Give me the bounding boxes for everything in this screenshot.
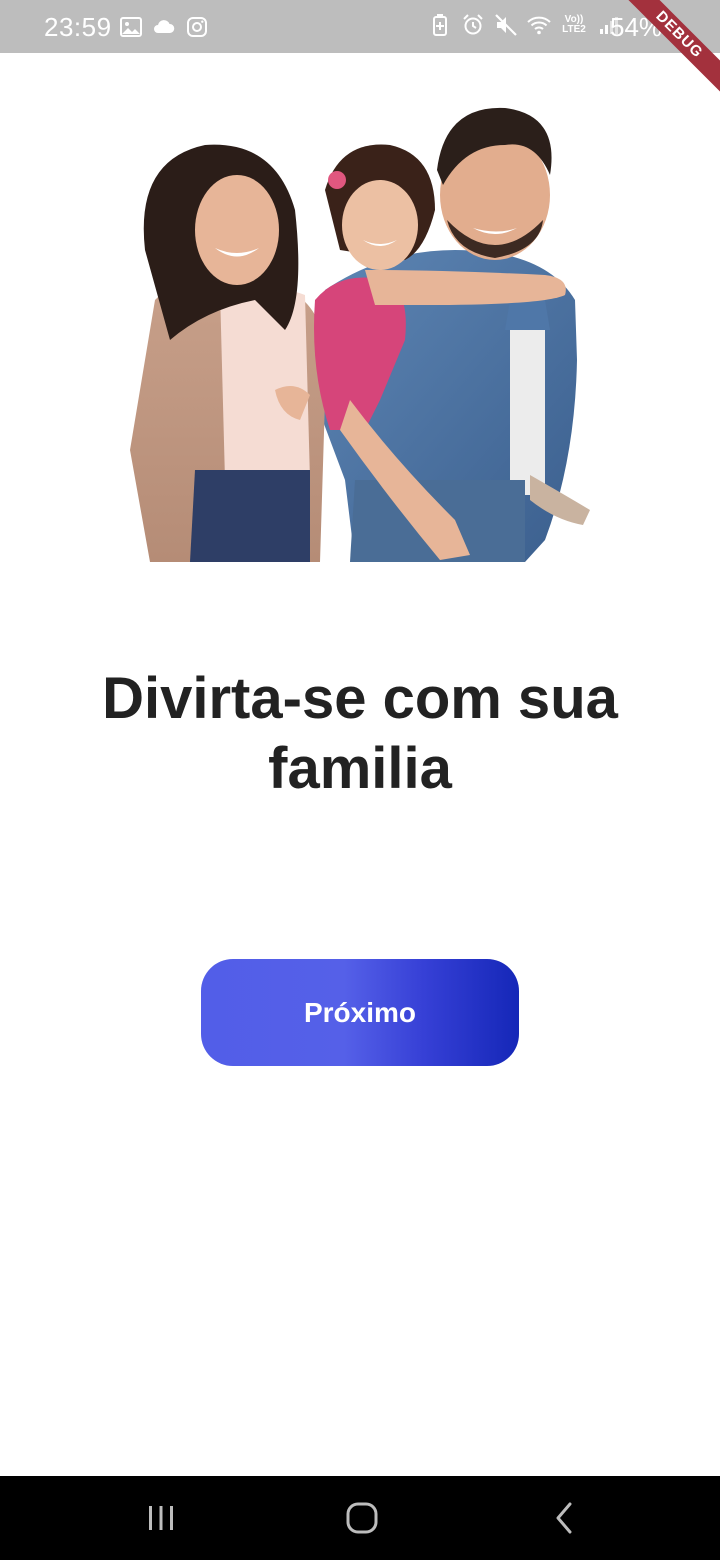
alarm-icon (463, 14, 483, 35)
navigation-bar (0, 1476, 720, 1560)
next-button[interactable]: Próximo (201, 959, 519, 1066)
battery-percent: 54% (610, 12, 663, 42)
onboarding-title: Divirta-se com sua familia (102, 666, 618, 801)
lte-icon: Vo)) LTE2 (562, 14, 586, 35)
cloud-icon (154, 20, 175, 33)
home-icon[interactable] (340, 1496, 384, 1540)
system-icons: Vo)) LTE2 (428, 13, 621, 37)
image-icon (120, 17, 142, 37)
status-time: 23:59 (44, 12, 112, 42)
mother-figure (130, 144, 325, 562)
back-icon[interactable] (542, 1496, 586, 1540)
mute-icon (495, 14, 517, 36)
family-photo (130, 107, 590, 562)
onboarding-screen: 23:59 Vo)) LTE2 54% DEBUG Divirta-se com… (0, 0, 720, 1560)
recent-apps-icon[interactable] (139, 1496, 183, 1540)
wifi-icon (527, 16, 551, 35)
instagram-icon (187, 17, 207, 37)
battery-saver-icon (433, 14, 447, 36)
status-bar: 23:59 Vo)) LTE2 54% (0, 0, 720, 53)
notification-icons (119, 15, 209, 39)
